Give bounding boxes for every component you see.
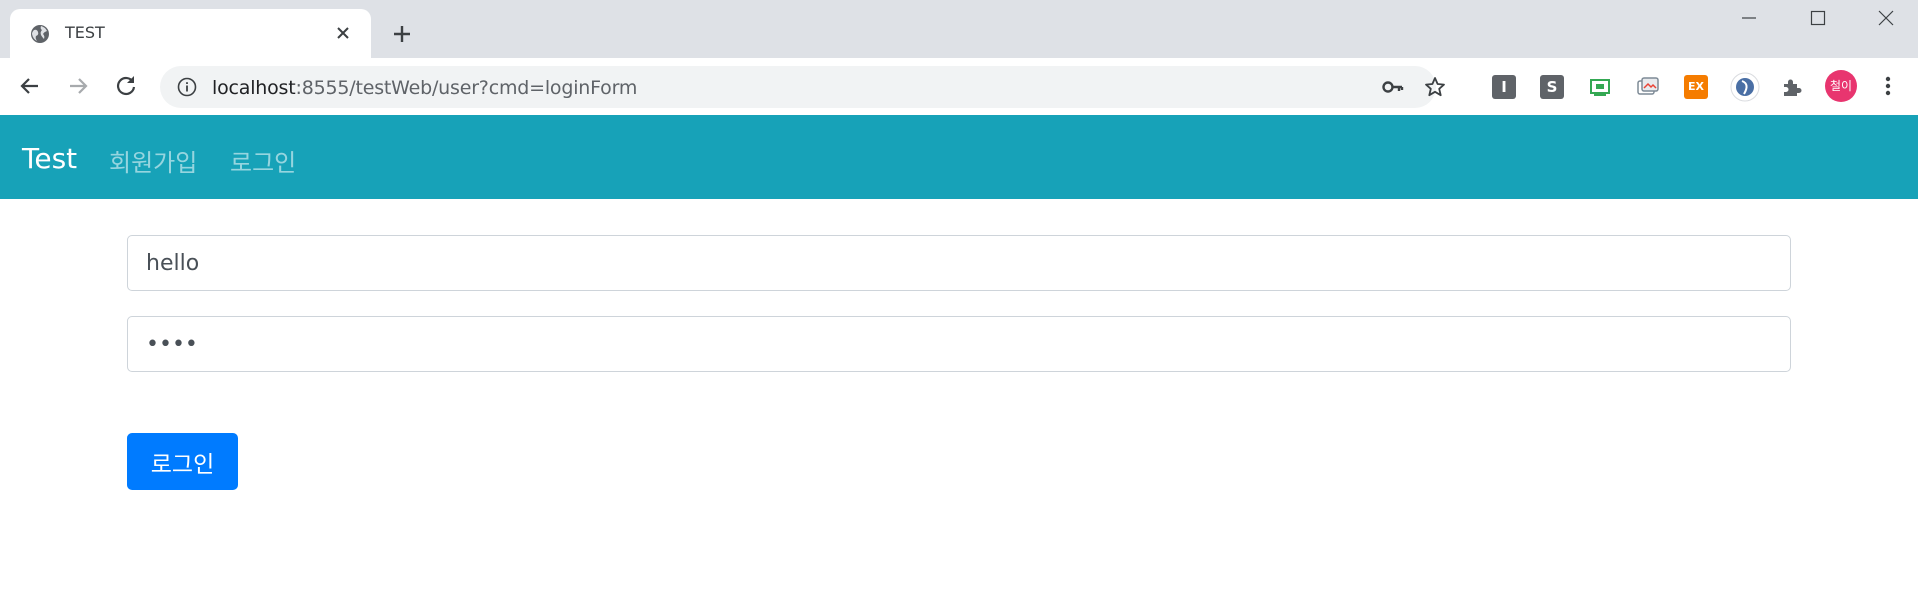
extension-i-icon[interactable]: I — [1492, 75, 1516, 99]
maximize-icon[interactable] — [1796, 6, 1840, 30]
close-window-icon[interactable] — [1864, 6, 1908, 30]
login-button[interactable]: 로그인 — [127, 433, 238, 490]
profile-avatar[interactable]: 철이 — [1825, 70, 1857, 102]
tab-title: TEST — [65, 23, 105, 42]
navbar-brand[interactable]: Test — [22, 142, 77, 175]
info-icon[interactable] — [177, 77, 197, 97]
extension-screenshot-icon[interactable] — [1636, 75, 1660, 99]
bookmark-star-icon[interactable] — [1424, 76, 1446, 98]
extension-green-icon[interactable] — [1588, 75, 1612, 99]
extensions-puzzle-icon[interactable] — [1780, 75, 1804, 99]
minimize-icon[interactable] — [1727, 6, 1771, 30]
extension-ex-icon[interactable]: EX — [1684, 75, 1708, 99]
browser-tab[interactable]: TEST — [10, 9, 371, 58]
nav-link-login[interactable]: 로그인 — [230, 143, 296, 178]
url-path: :8555/testWeb/user?cmd=loginForm — [295, 77, 638, 99]
tab-strip: TEST — [0, 0, 1918, 58]
username-input[interactable] — [127, 235, 1791, 291]
site-navbar: Test 회원가입 로그인 — [0, 115, 1918, 199]
forward-arrow-icon[interactable] — [64, 72, 92, 100]
address-bar[interactable]: localhost:8555/testWeb/user?cmd=loginFor… — [160, 66, 1445, 108]
extension-circle-icon[interactable] — [1730, 72, 1760, 102]
close-tab-icon[interactable] — [333, 23, 353, 43]
new-tab-icon[interactable] — [390, 22, 414, 46]
more-vert-icon[interactable] — [1876, 74, 1900, 98]
password-input[interactable] — [127, 316, 1791, 372]
reload-icon[interactable] — [112, 72, 140, 100]
back-arrow-icon[interactable] — [16, 72, 44, 100]
url-host: localhost — [212, 77, 296, 99]
nav-link-signup[interactable]: 회원가입 — [109, 143, 197, 178]
url-text[interactable]: localhost:8555/testWeb/user?cmd=loginFor… — [212, 77, 637, 99]
extension-s-icon[interactable]: S — [1540, 75, 1564, 99]
globe-icon — [31, 25, 49, 43]
browser-toolbar: localhost:8555/testWeb/user?cmd=loginFor… — [0, 58, 1918, 116]
key-icon[interactable] — [1382, 77, 1404, 97]
